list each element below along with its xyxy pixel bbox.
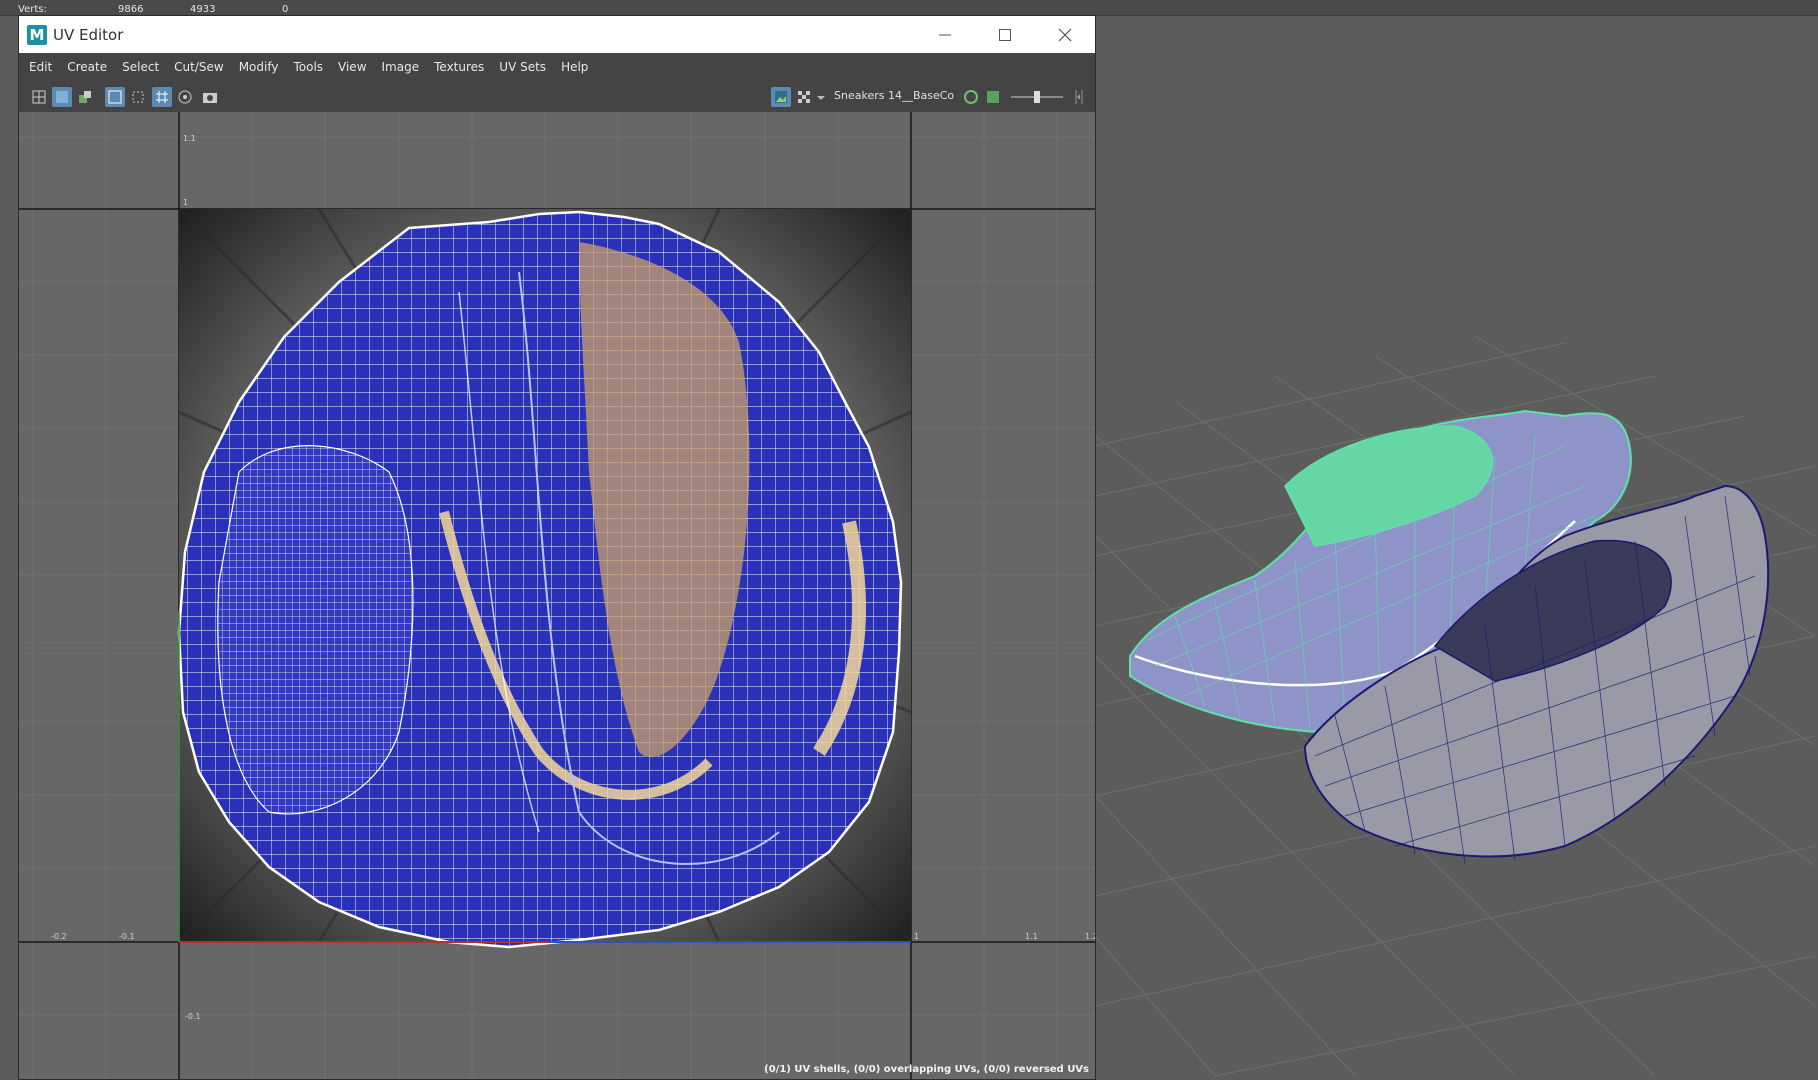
tick-label-neg02: -0.2 <box>51 932 67 941</box>
distortion-icon[interactable] <box>128 87 148 107</box>
minimize-button[interactable] <box>915 16 975 53</box>
verts-value-total: 9866 <box>118 4 144 15</box>
tick-label-neg01: -0.1 <box>119 932 135 941</box>
tick-label-11: 1.1 <box>1025 932 1038 941</box>
maximize-button[interactable] <box>975 16 1035 53</box>
texture-toggle-icon[interactable] <box>75 87 95 107</box>
texture-name-label[interactable]: Sneakers 14__BaseCo <box>834 89 954 102</box>
uv-editor-window[interactable]: M UV Editor Edit Create Select Cut/Sew M… <box>18 15 1096 1080</box>
pixel-snap-icon[interactable] <box>175 87 195 107</box>
menu-edit[interactable]: Edit <box>29 60 52 74</box>
menu-textures[interactable]: Textures <box>434 60 484 74</box>
image-display-icon[interactable] <box>771 87 791 107</box>
exposure-slider[interactable] <box>1009 89 1065 105</box>
uv-texture-view <box>19 112 1095 1079</box>
shaded-uv-icon[interactable] <box>52 87 72 107</box>
menu-cut-sew[interactable]: Cut/Sew <box>174 60 224 74</box>
menu-uv-sets[interactable]: UV Sets <box>499 60 546 74</box>
menu-image[interactable]: Image <box>382 60 420 74</box>
toolbar-expand-icon[interactable] <box>1069 87 1089 107</box>
menu-select[interactable]: Select <box>122 60 159 74</box>
menu-view[interactable]: View <box>338 60 366 74</box>
menu-help[interactable]: Help <box>561 60 588 74</box>
menu-create[interactable]: Create <box>67 60 107 74</box>
window-title: UV Editor <box>53 25 124 44</box>
tick-label-1-left: 1 <box>183 198 189 207</box>
tick-label-1: 1 <box>914 932 920 941</box>
snapshot-camera-icon[interactable] <box>200 87 220 107</box>
close-button[interactable] <box>1035 16 1095 53</box>
grid-icon[interactable] <box>152 87 172 107</box>
texture-reload-icon[interactable] <box>961 87 981 107</box>
menu-tools[interactable]: Tools <box>293 60 323 74</box>
minimize-icon <box>939 34 951 35</box>
uv-editor-canvas[interactable]: 1.1 1 -0.2 -0.1 1 1.1 1.2 -0.1 (0/1) UV … <box>19 112 1095 1079</box>
tick-label-12: 1.2 <box>1085 932 1095 941</box>
verts-value-selected: 4933 <box>190 4 216 15</box>
viewport-scene <box>1095 335 1815 1076</box>
title-bar[interactable]: M UV Editor <box>19 16 1095 53</box>
uv-layout-icon[interactable] <box>29 87 49 107</box>
checker-dropdown-icon[interactable] <box>814 87 828 107</box>
menu-modify[interactable]: Modify <box>239 60 279 74</box>
uv-border-icon[interactable] <box>105 87 125 107</box>
verts-value-triangles: 0 <box>282 4 289 15</box>
uv-toolbar: Sneakers 14__BaseCo <box>19 81 1095 111</box>
maximize-icon <box>999 28 1011 41</box>
uv-status-text: (0/1) UV shells, (0/0) overlapping UVs, … <box>764 1064 1089 1075</box>
image-settings-icon[interactable] <box>983 87 1003 107</box>
heads-up-display-bar: Verts: 9866 4933 0 <box>0 0 1818 16</box>
tick-label-y-neg01: -0.1 <box>185 1012 201 1021</box>
checker-icon[interactable] <box>794 87 814 107</box>
maya-logo-icon: M <box>27 24 47 45</box>
menu-bar: Edit Create Select Cut/Sew Modify Tools … <box>19 53 1095 81</box>
tick-label-top: 1.1 <box>183 134 196 143</box>
close-icon <box>1058 28 1072 41</box>
verts-label: Verts: <box>18 4 47 15</box>
